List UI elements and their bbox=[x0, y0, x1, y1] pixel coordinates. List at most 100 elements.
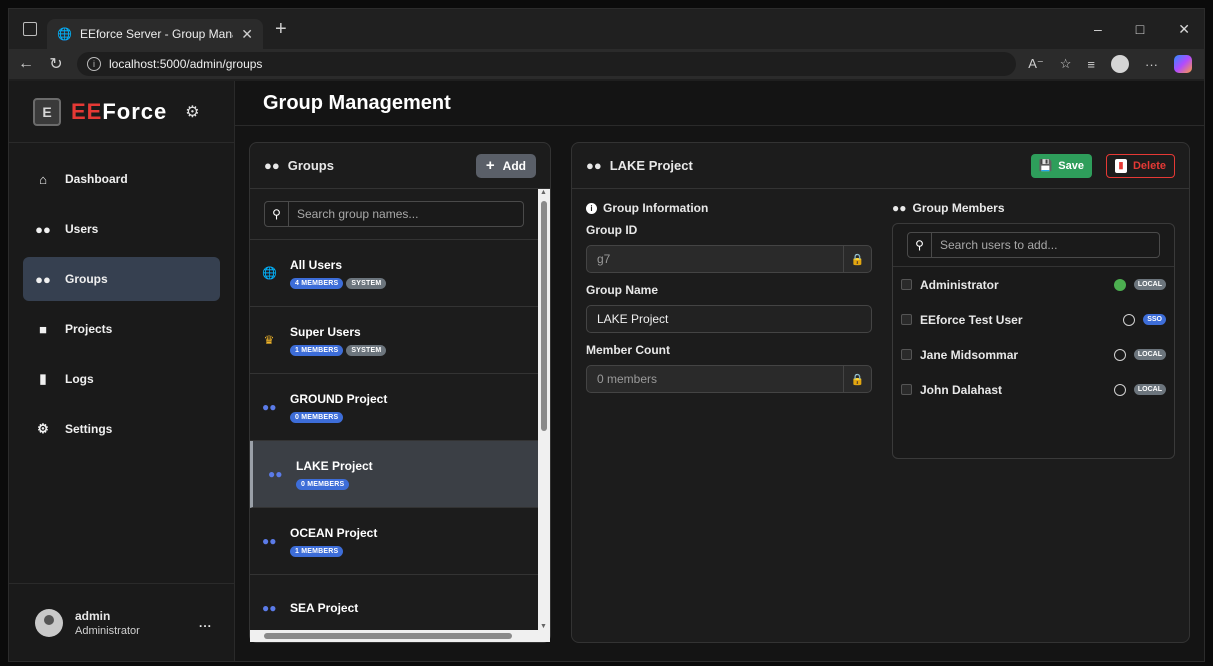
globe-icon: 🌐 bbox=[57, 27, 72, 41]
add-label: Add bbox=[502, 158, 526, 173]
favorites-icon[interactable]: ≡ bbox=[1087, 57, 1095, 72]
more-options-button[interactable]: ... bbox=[199, 616, 212, 630]
group-item-super-users[interactable]: ♛ Super Users 1 MEMBERS SYSTEM bbox=[250, 307, 538, 374]
scrollbar-thumb[interactable] bbox=[541, 201, 547, 431]
members-search-input[interactable] bbox=[932, 238, 1159, 252]
save-button[interactable]: 💾 Save bbox=[1030, 153, 1092, 178]
brand: E EEForce ⚙ bbox=[9, 81, 234, 143]
sidebar-item-settings[interactable]: ⚙ Settings bbox=[23, 407, 220, 451]
globe-icon: 🌐 bbox=[262, 266, 277, 280]
page-header: Group Management bbox=[235, 81, 1204, 126]
group-item-all-users[interactable]: 🌐 All Users 4 MEMBERS SYSTEM bbox=[250, 240, 538, 307]
detail-header: ●● LAKE Project 💾 Save ▮ Delete bbox=[572, 143, 1189, 189]
brand-logo-icon: E bbox=[33, 97, 61, 126]
member-checkbox[interactable] bbox=[901, 314, 912, 325]
sidebar-item-users[interactable]: ●● Users bbox=[23, 207, 220, 251]
member-count-badge: 1 MEMBERS bbox=[290, 344, 344, 356]
groups-icon: ●● bbox=[35, 271, 51, 287]
member-count-badge: 0 MEMBERS bbox=[290, 411, 344, 423]
member-row[interactable]: John Dalahast LOCAL bbox=[893, 372, 1174, 407]
info-icon: i bbox=[586, 202, 597, 214]
search-icon: ⚲ bbox=[265, 202, 289, 226]
site-info-icon[interactable]: i bbox=[87, 57, 101, 71]
system-badge: SYSTEM bbox=[346, 277, 387, 289]
url-text: localhost:5000/admin/groups bbox=[109, 57, 263, 71]
sidebar-item-label: Projects bbox=[65, 322, 113, 336]
read-aloud-icon[interactable]: A⁻ bbox=[1028, 56, 1044, 72]
sidebar-item-projects[interactable]: ■ Projects bbox=[23, 307, 220, 351]
browser-tab[interactable]: 🌐 EEforce Server - Group Managem ✕ bbox=[47, 19, 263, 49]
member-row[interactable]: EEforce Test User SSO bbox=[893, 302, 1174, 337]
tab-actions-icon[interactable] bbox=[23, 22, 37, 36]
refresh-icon[interactable]: ↻ bbox=[47, 54, 65, 74]
group-item-ground-project[interactable]: ●● GROUND Project 0 MEMBERS bbox=[250, 374, 538, 441]
groups-header: ●● Groups + Add bbox=[250, 143, 550, 189]
scrollbar-thumb[interactable] bbox=[264, 633, 512, 639]
close-window-icon[interactable]: ✕ bbox=[1178, 21, 1190, 38]
member-count-badge: 1 MEMBERS bbox=[290, 545, 344, 557]
close-tab-icon[interactable]: ✕ bbox=[241, 26, 253, 43]
member-name: John Dalahast bbox=[920, 382, 1003, 397]
scroll-down-icon[interactable]: ▼ bbox=[540, 623, 547, 630]
member-count-value: 0 members bbox=[597, 372, 658, 386]
minimize-icon[interactable]: – bbox=[1094, 21, 1102, 38]
profile-icon[interactable] bbox=[1111, 55, 1129, 73]
groups-list: ⚲ 🌐 All Users 4 MEMBERS bbox=[250, 189, 538, 642]
more-icon[interactable]: ··· bbox=[1145, 57, 1158, 72]
back-icon[interactable]: ← bbox=[17, 55, 35, 73]
sidebar-item-label: Settings bbox=[65, 422, 113, 436]
favorite-star-icon[interactable]: ☆ bbox=[1060, 56, 1072, 72]
lock-icon: 🔒 bbox=[843, 366, 871, 392]
new-tab-button[interactable]: + bbox=[275, 18, 287, 41]
app-root: E EEForce ⚙ ⌂ Dashboard ●● Users ●● Grou… bbox=[9, 81, 1204, 661]
sidebar-item-groups[interactable]: ●● Groups bbox=[23, 257, 220, 301]
url-field[interactable]: i localhost:5000/admin/groups bbox=[77, 52, 1017, 76]
sidebar-item-dashboard[interactable]: ⌂ Dashboard bbox=[23, 157, 220, 201]
source-badge: SSO bbox=[1143, 314, 1166, 325]
brand-name: EEForce bbox=[71, 99, 167, 125]
search-icon: ⚲ bbox=[908, 233, 932, 257]
group-item-lake-project[interactable]: ●● LAKE Project 0 MEMBERS bbox=[250, 441, 538, 508]
group-name-field[interactable]: LAKE Project bbox=[586, 305, 872, 333]
copilot-icon[interactable] bbox=[1174, 55, 1192, 73]
add-group-button[interactable]: + Add bbox=[475, 153, 536, 178]
sidebar-item-label: Groups bbox=[65, 272, 108, 286]
horizontal-scrollbar[interactable] bbox=[250, 630, 540, 642]
group-search-input[interactable] bbox=[289, 207, 523, 221]
users-icon: ●● bbox=[262, 534, 277, 548]
users-icon: ●● bbox=[262, 601, 277, 615]
group-item-ocean-project[interactable]: ●● OCEAN Project 1 MEMBERS bbox=[250, 508, 538, 575]
groups-icon: ●● bbox=[264, 158, 280, 173]
scroll-up-icon[interactable]: ▲ bbox=[540, 189, 547, 196]
member-checkbox[interactable] bbox=[901, 384, 912, 395]
members-title: Group Members bbox=[912, 201, 1005, 215]
member-checkbox[interactable] bbox=[901, 279, 912, 290]
save-label: Save bbox=[1058, 159, 1084, 172]
member-row[interactable]: Jane Midsommar LOCAL bbox=[893, 337, 1174, 372]
sidebar-item-logs[interactable]: ▮ Logs bbox=[23, 357, 220, 401]
sidebar-item-label: Logs bbox=[65, 372, 94, 386]
group-information: i Group Information Group ID g7 🔒 Group … bbox=[586, 201, 872, 630]
file-icon: ▮ bbox=[39, 371, 47, 386]
window-controls: – □ ✕ bbox=[1094, 21, 1204, 38]
content: ●● Groups + Add ⚲ Search group names... … bbox=[235, 126, 1204, 661]
browser-toolbar: A⁻ ☆ ≡ ··· bbox=[1028, 55, 1196, 73]
sidebar: E EEForce ⚙ ⌂ Dashboard ●● Users ●● Grou… bbox=[9, 81, 235, 661]
brand-name-white: Force bbox=[102, 98, 168, 124]
maximize-icon[interactable]: □ bbox=[1136, 21, 1144, 38]
user-role: Administrator bbox=[75, 624, 140, 637]
users-icon: ●● bbox=[262, 400, 277, 414]
member-checkbox[interactable] bbox=[901, 349, 912, 360]
group-name-label: Group Name bbox=[586, 283, 659, 297]
user-menu[interactable]: admin Administrator ... bbox=[9, 583, 234, 661]
offline-status-icon bbox=[1113, 383, 1126, 396]
member-row[interactable]: Administrator LOCAL bbox=[893, 267, 1174, 302]
trash-icon: ▮ bbox=[1114, 158, 1127, 173]
group-id-label: Group ID bbox=[586, 223, 638, 237]
vertical-scrollbar[interactable]: ▲ ▼ bbox=[538, 189, 550, 642]
online-status-icon bbox=[1113, 278, 1126, 291]
users-icon: ●● bbox=[892, 201, 907, 215]
delete-button[interactable]: ▮ Delete bbox=[1105, 153, 1175, 178]
member-name: EEforce Test User bbox=[920, 312, 1023, 327]
info-title: Group Information bbox=[603, 201, 709, 215]
